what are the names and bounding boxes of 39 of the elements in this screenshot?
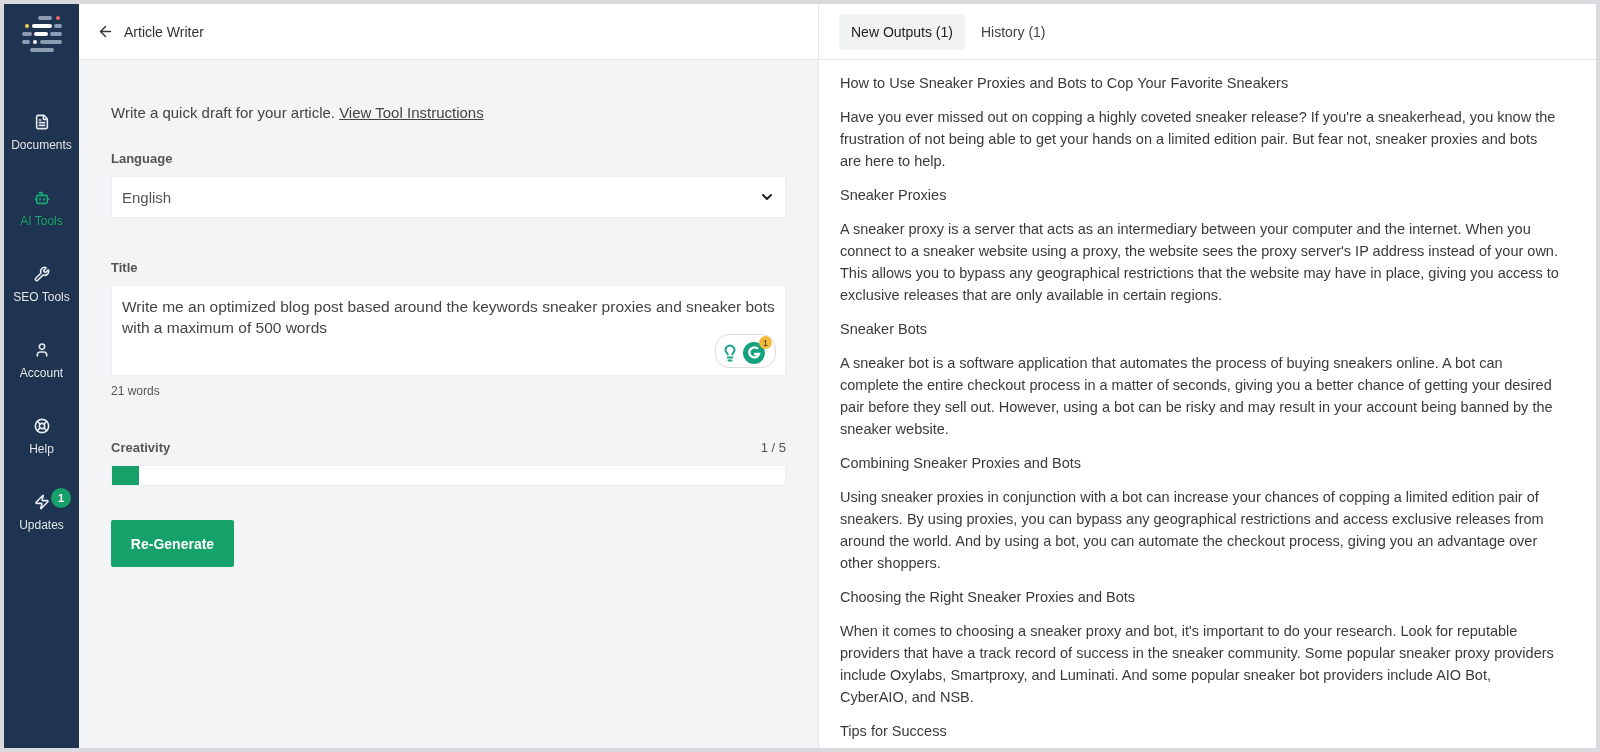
- sidebar-item[interactable]: SEO Tools: [4, 260, 79, 310]
- output-paragraph: How to Use Sneaker Proxies and Bots to Cop Your Favorite Sneakers: [840, 74, 1290, 93]
- output-paragraph: Sneaker Bots: [840, 320, 929, 339]
- lightning-icon: [33, 494, 50, 510]
- slider-label: Creativity: [111, 440, 171, 455]
- slider-reading: 1 / 5: [760, 440, 786, 455]
- language-select[interactable]: English: [111, 176, 786, 218]
- field-label: Language: [111, 151, 173, 166]
- output-paragraph: Have you ever missed out on copping a highly coveted sneaker release? If you're a sneakerhead, you know the frustration of not being able to get your hands on a limited edition pair. But fear not, sneaker proxies and bots are here to help.: [840, 108, 1557, 171]
- output-paragraph: Choosing the Right Sneaker Proxies and Bots: [840, 588, 1136, 607]
- word-count: 21 words: [111, 384, 161, 398]
- output-paragraph: Tips for Success: [840, 722, 948, 741]
- output-paragraph: Sneaker Proxies: [840, 186, 948, 205]
- page-title: Article Writer: [124, 23, 204, 40]
- output-paragraph: A sneaker proxy is a server that acts as an intermediary between your computer and the internet. When you connect to a sneaker website using a proxy, the website sees the proxy server's IP address instead of your own. This allows you to bypass any geographical restrictions that the website may have in place, giving you access to exclusive releases that are only available in certain regions.: [840, 220, 1560, 305]
- instructions-link[interactable]: View Tool Instructions: [339, 104, 484, 121]
- creativity-slider[interactable]: [111, 465, 786, 486]
- output-paragraph: Combining Sneaker Proxies and Bots: [840, 454, 1082, 473]
- grammarly-badge: 1: [759, 336, 772, 349]
- robot-icon: [33, 190, 50, 206]
- sidebar-item[interactable]: Documents: [4, 108, 79, 158]
- sidebar-item[interactable]: Account: [4, 336, 79, 386]
- output-paragraph: When it comes to choosing a sneaker proxy and bot, it's important to do your research. Look for reputable providers that have a track record of success in the sneaker community. Some popular sneaker proxy providers include Oxylabs, Smartproxy, and Luminati. And some popular sneaker bot providers include AIO Bot, CyberAIO, and NSB.: [840, 622, 1555, 707]
- sidebar-item[interactable]: Updates 1: [4, 488, 79, 538]
- sidebar-item[interactable]: AI Tools: [4, 184, 79, 234]
- grammarly-widget[interactable]: 1: [715, 334, 776, 368]
- lifebuoy-icon: [33, 418, 50, 434]
- output-tab[interactable]: New Outputs (1): [839, 13, 965, 50]
- output-tab[interactable]: History (1): [968, 13, 1058, 50]
- back-icon[interactable]: [97, 23, 114, 40]
- field-label: Title: [111, 260, 138, 275]
- notification-badge: 1: [51, 488, 71, 508]
- intro-text: Write a quick draft for your article. View Tool Instructions: [111, 104, 485, 121]
- sidebar-item[interactable]: Help: [4, 412, 79, 462]
- document-icon: [33, 114, 50, 130]
- output-paragraph: Using sneaker proxies in conjunction with a bot can increase your chances of copping a limited edition pair of sneakers. By using proxies, you can bypass any geographical restrictions and access exclusive releases from around the world. And by using a bot, you can automate the checkout process, giving you an advantage over other shoppers.: [840, 488, 1545, 573]
- grammarly-icon: [743, 342, 765, 364]
- tools-icon: [33, 266, 50, 282]
- output-paragraph: A sneaker bot is a software application that automates the process of buying sneakers online. A bot can complete the entire checkout process in a matter of seconds, giving you a better chance of getting your desired pair before they sell out. However, using a bot can be risky and may result in your account being banned by the sneaker website.: [840, 354, 1554, 439]
